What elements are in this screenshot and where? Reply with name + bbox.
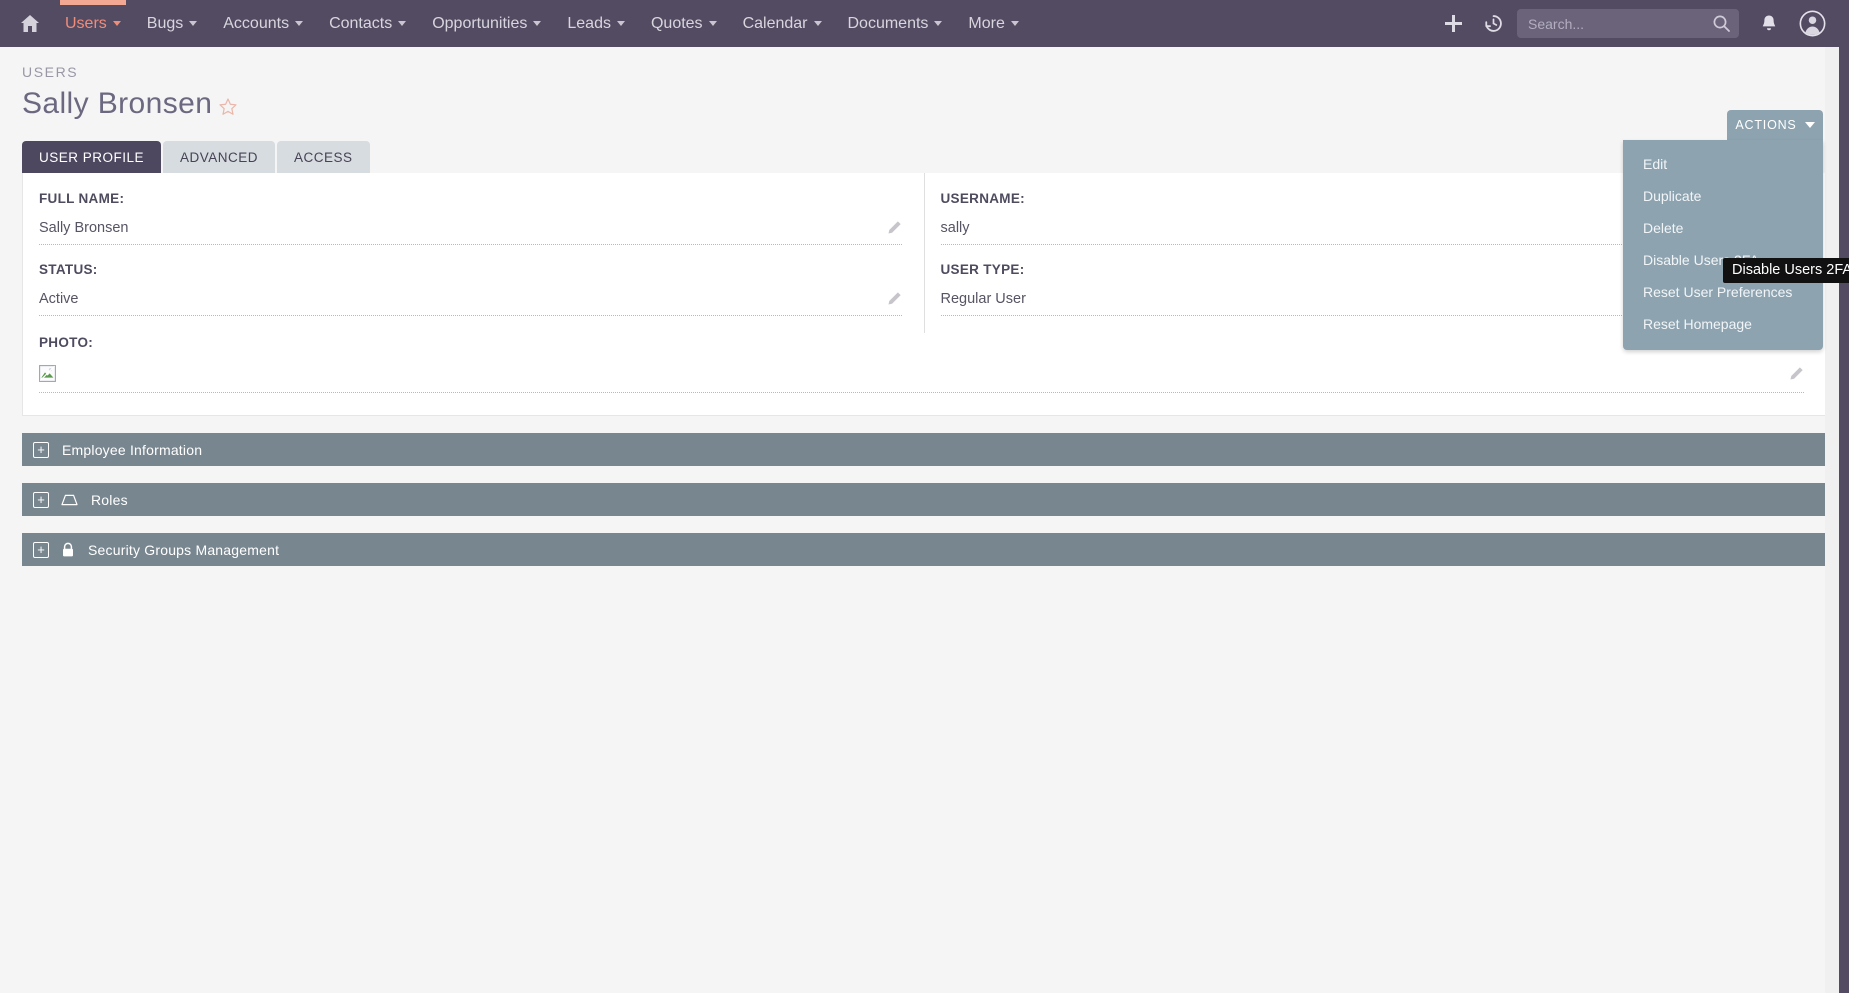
broken-image-icon <box>39 365 56 382</box>
page-title: Sally Bronsen <box>22 87 212 121</box>
search-icon[interactable] <box>1712 14 1731 33</box>
nav-menu: Users Bugs Accounts Contacts Opportuniti… <box>52 0 1032 47</box>
panel-title: Employee Information <box>62 442 202 458</box>
panel-security-groups-management[interactable]: + Security Groups Management <box>22 533 1827 566</box>
pencil-icon[interactable] <box>887 220 902 235</box>
chevron-down-icon <box>617 21 625 26</box>
actions-button[interactable]: ACTIONS <box>1727 110 1823 140</box>
actions-menu-item-duplicate[interactable]: Duplicate <box>1623 180 1823 212</box>
field-column-left: FULL NAME: Sally Bronsen STATUS: Active <box>23 173 925 333</box>
home-icon[interactable] <box>8 0 52 47</box>
top-navbar: Users Bugs Accounts Contacts Opportuniti… <box>0 0 1849 47</box>
actions-menu-item-edit[interactable]: Edit <box>1623 148 1823 180</box>
search-input[interactable] <box>1517 9 1739 38</box>
search-box <box>1517 9 1739 38</box>
tab-access[interactable]: ACCESS <box>277 141 370 173</box>
nav-item-contacts[interactable]: Contacts <box>316 0 419 47</box>
actions-area: ACTIONS Edit Duplicate Delete Disable Us… <box>1623 110 1823 140</box>
expand-icon[interactable]: + <box>33 542 49 558</box>
actions-menu-item-delete[interactable]: Delete <box>1623 212 1823 244</box>
field-label: STATUS: <box>39 262 902 290</box>
tab-label: ADVANCED <box>180 150 258 165</box>
actions-button-label: ACTIONS <box>1735 118 1796 132</box>
nav-item-label: Contacts <box>329 15 392 33</box>
nav-item-accounts[interactable]: Accounts <box>210 0 316 47</box>
nav-item-label: Users <box>65 15 107 33</box>
chevron-down-icon <box>1011 21 1019 26</box>
nav-item-leads[interactable]: Leads <box>554 0 638 47</box>
pencil-icon[interactable] <box>1789 366 1804 381</box>
nav-item-more[interactable]: More <box>955 0 1031 47</box>
chevron-down-icon <box>533 21 541 26</box>
chevron-down-icon <box>934 21 942 26</box>
tab-user-profile[interactable]: USER PROFILE <box>22 141 161 173</box>
user-profile-detail-panel: FULL NAME: Sally Bronsen STATUS: Active <box>22 173 1827 416</box>
user-avatar-icon[interactable] <box>1789 0 1835 47</box>
title-row: Sally Bronsen <box>22 87 1827 121</box>
nav-item-quotes[interactable]: Quotes <box>638 0 730 47</box>
chevron-down-icon <box>113 21 121 26</box>
lock-icon <box>61 542 75 558</box>
nav-item-label: Accounts <box>223 15 289 33</box>
app-page: Users Bugs Accounts Contacts Opportuniti… <box>0 0 1849 993</box>
field-value: Sally Bronsen <box>39 220 887 236</box>
nav-item-label: Documents <box>848 15 929 33</box>
star-outline-icon[interactable] <box>218 97 238 117</box>
nav-item-label: Bugs <box>147 15 183 33</box>
page-content: USERS Sally Bronsen USER PROFILE ADVANCE… <box>0 47 1849 566</box>
field-full-name: FULL NAME: Sally Bronsen <box>39 191 902 245</box>
panel-title: Security Groups Management <box>88 542 279 558</box>
breadcrumb: USERS <box>22 47 1827 80</box>
roles-icon <box>61 493 78 506</box>
field-value-row <box>39 363 1804 393</box>
field-label: FULL NAME: <box>39 191 902 219</box>
nav-item-label: Leads <box>567 15 611 33</box>
panel-employee-information[interactable]: + Employee Information <box>22 433 1827 466</box>
tab-label: USER PROFILE <box>39 150 144 165</box>
actions-menu-item-reset-homepage[interactable]: Reset Homepage <box>1623 308 1823 340</box>
bell-icon[interactable] <box>1749 0 1789 47</box>
history-clock-icon[interactable] <box>1473 0 1513 47</box>
tab-advanced[interactable]: ADVANCED <box>163 141 275 173</box>
chevron-down-icon <box>295 21 303 26</box>
panel-roles[interactable]: + Roles <box>22 483 1827 516</box>
navbar-right-tools <box>1433 0 1835 47</box>
nav-item-users[interactable]: Users <box>52 0 134 47</box>
chevron-down-icon <box>1805 122 1815 128</box>
actions-dropdown-menu: Edit Duplicate Delete Disable Users 2FA … <box>1623 140 1823 350</box>
nav-item-label: Opportunities <box>432 15 527 33</box>
scrollbar-track[interactable] <box>1825 47 1839 993</box>
chevron-down-icon <box>398 21 406 26</box>
expand-icon[interactable]: + <box>33 492 49 508</box>
chevron-down-icon <box>814 21 822 26</box>
field-value-row: Active <box>39 290 902 316</box>
nav-item-bugs[interactable]: Bugs <box>134 0 210 47</box>
field-status: STATUS: Active <box>39 262 902 316</box>
field-label: PHOTO: <box>39 335 1804 363</box>
field-grid: FULL NAME: Sally Bronsen STATUS: Active <box>23 173 1826 333</box>
field-value: Active <box>39 291 887 307</box>
expand-icon[interactable]: + <box>33 442 49 458</box>
tooltip-disable-users-2fa: Disable Users 2FA <box>1723 258 1849 283</box>
tab-label: ACCESS <box>294 150 353 165</box>
panel-title: Roles <box>91 492 128 508</box>
nav-item-label: More <box>968 15 1004 33</box>
chevron-down-icon <box>709 21 717 26</box>
nav-item-label: Calendar <box>743 15 808 33</box>
nav-item-calendar[interactable]: Calendar <box>730 0 835 47</box>
nav-item-label: Quotes <box>651 15 703 33</box>
tab-bar: USER PROFILE ADVANCED ACCESS <box>22 141 1827 173</box>
right-edge-strip <box>1839 47 1849 993</box>
plus-icon[interactable] <box>1433 0 1473 47</box>
chevron-down-icon <box>189 21 197 26</box>
pencil-icon[interactable] <box>887 291 902 306</box>
field-value-row: Sally Bronsen <box>39 219 902 245</box>
nav-item-documents[interactable]: Documents <box>835 0 956 47</box>
field-photo: PHOTO: <box>23 333 1826 393</box>
nav-item-opportunities[interactable]: Opportunities <box>419 0 554 47</box>
